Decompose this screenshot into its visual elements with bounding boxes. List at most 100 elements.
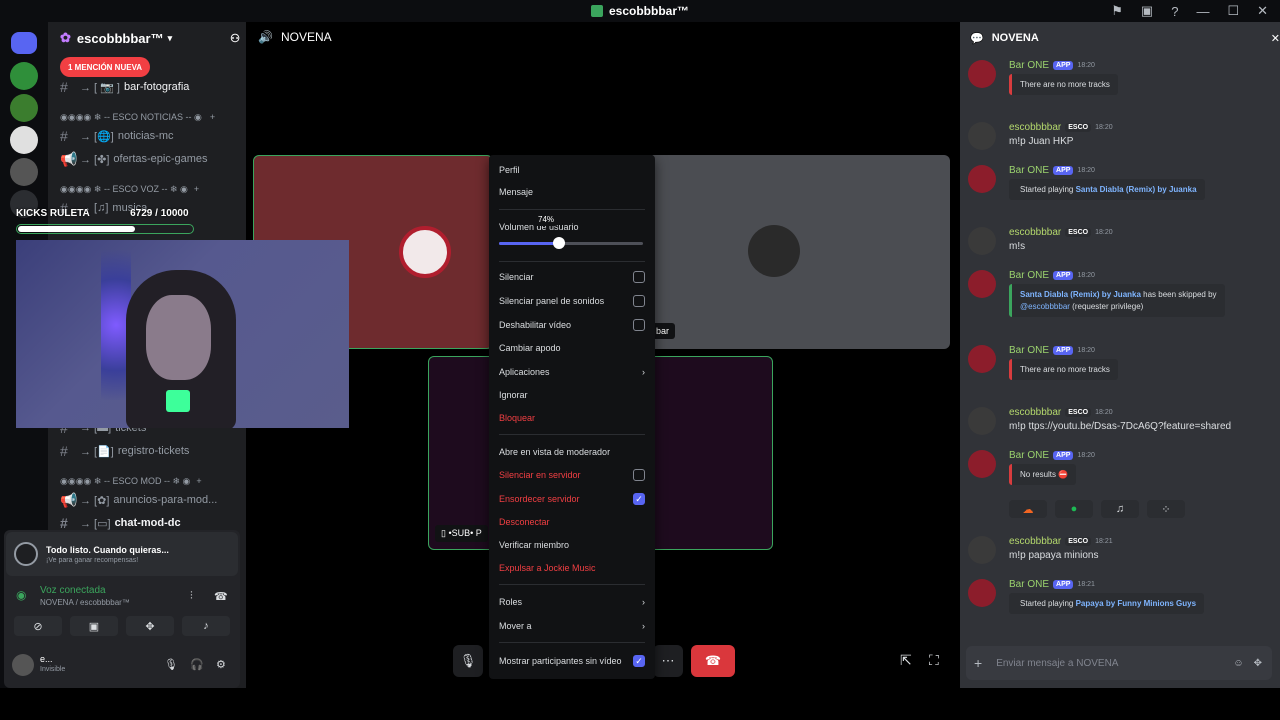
soundboard-button[interactable]: ♪ [182,616,230,636]
menu-item-silenciar[interactable]: Silenciar [499,267,645,287]
help-icon[interactable]: ? [1171,4,1178,19]
soundcloud-icon[interactable]: ☁ [1009,500,1047,518]
checkbox-checked[interactable]: ✓ [633,655,645,667]
popout-icon[interactable]: ⇱ [900,652,912,669]
channel-item[interactable]: # → [🌐] noticias-mc [60,126,174,146]
spotify-icon[interactable]: ● [1055,500,1093,518]
category-voz[interactable]: ◉◉◉◉ ❄ -- ESCO VOZ -- ❄ ◉ + [60,181,199,197]
avatar[interactable] [968,345,996,373]
avatar[interactable] [968,270,996,298]
menu-separator [499,209,645,210]
menu-separator [499,434,645,435]
window-title: escobbbbar™ [608,4,689,18]
avatar[interactable] [968,450,996,478]
disconnect-icon[interactable]: ☎ [214,590,228,603]
menu-item-silenciar-sonidos[interactable]: Silenciar panel de sonidos [499,291,645,311]
menu-item-perfil[interactable]: Perfil [499,160,645,180]
category-mod[interactable]: ◉◉◉◉ ❄ -- ESCO MOD -- ❄ ◉ + [60,473,202,489]
fullscreen-icon[interactable]: ⛶ [929,652,939,669]
guild-icon[interactable] [10,126,38,154]
checkbox[interactable] [633,319,645,331]
menu-item-moderador[interactable]: Abre en vista de moderador [499,442,645,462]
menu-item-ignorar[interactable]: Ignorar [499,385,645,405]
minimize-button[interactable]: — [1196,4,1209,19]
menu-item-aplicaciones[interactable]: Aplicaciones › [499,362,645,382]
server-header[interactable]: ✿ escobbbbar™ ▾ ⚇ [48,22,246,54]
mic-button[interactable]: 🎙 [453,645,483,677]
add-icon[interactable]: + [196,476,201,486]
menu-item-verificar[interactable]: Verificar miembro [499,535,645,555]
category-noticias[interactable]: ◉◉◉◉ ❄ -- ESCO NOTICIAS -- ◉ + [60,109,215,125]
checkbox-checked[interactable]: ✓ [633,493,645,505]
menu-item-bloquear[interactable]: Bloquear [499,408,645,428]
mention-badge[interactable]: 1 MENCIÓN NUEVA [60,57,151,77]
embed: Started playing Papaya by Funny Minions … [1009,593,1205,614]
avatar [399,226,451,278]
avatar[interactable] [968,579,996,607]
camera-off-button[interactable]: ⊘ [14,616,62,636]
menu-item-desconectar[interactable]: Desconectar [499,512,645,532]
close-icon[interactable]: ✕ [1271,32,1280,45]
volume-slider-handle[interactable] [553,237,565,249]
discord-home-icon[interactable] [11,32,37,54]
source-buttons: ☁ ● ♫ ⁘ [1009,500,1185,518]
green-light [166,390,190,412]
avatar[interactable] [968,407,996,435]
channel-item[interactable]: 📢 → [✤] ofertas-epic-games [60,149,208,169]
menu-item-silenciar-servidor[interactable]: Silenciar en servidor [499,465,645,485]
maximize-button[interactable]: ☐ [1227,3,1239,19]
inbox-icon[interactable]: ⚑ [1111,3,1123,19]
signal-icon: ◉ [16,588,27,602]
menu-separator [499,261,645,262]
chevron-right-icon: › [642,621,645,631]
menu-item-cambiar-apodo[interactable]: Cambiar apodo [499,338,645,358]
avatar[interactable] [968,165,996,193]
menu-item-expulsar[interactable]: Expulsar a Jockie Music [499,558,645,578]
music-note-icon[interactable]: ♫ [1101,500,1139,518]
avatar[interactable] [12,654,34,676]
add-icon[interactable]: + [210,112,215,122]
participant-tile[interactable]: bar [648,155,950,349]
checkbox[interactable] [633,295,645,307]
document-icon: → [📄] [80,445,114,458]
checkbox[interactable] [633,469,645,481]
menu-item-roles[interactable]: Roles › [499,592,645,612]
add-icon[interactable]: + [194,184,199,194]
apps-icon[interactable]: ✥ [1254,658,1262,669]
volume-tooltip: 74% [534,213,559,226]
screen-share-button[interactable]: ▣ [70,616,118,636]
disconnect-button[interactable]: ☎ [691,645,735,677]
hangup-icon: ☎ [704,653,722,668]
window-icon[interactable]: ▣ [1141,3,1153,19]
add-member-icon[interactable]: ⚇ [230,32,240,45]
menu-item-mensaje[interactable]: Mensaje [499,182,645,202]
activities-button[interactable]: ✥ [126,616,174,636]
emoji-icon[interactable]: ☺ [1233,658,1243,669]
checkbox[interactable] [633,271,645,283]
guild-icon[interactable] [10,62,38,90]
menu-item-deshabilitar-video[interactable]: Deshabilitar vídeo [499,315,645,335]
avatar[interactable] [968,122,996,150]
menu-item-mostrar[interactable]: Mostrar participantes sin vídeo ✓ [499,651,645,671]
close-button[interactable]: ✕ [1257,3,1268,19]
headphones-icon[interactable]: 🎧 [190,658,204,671]
promo-card[interactable]: Todo listo. Cuando quieras... ¡Ve para g… [6,532,238,576]
avatar[interactable] [968,536,996,564]
deezer-icon[interactable]: ⁘ [1147,500,1185,518]
menu-item-mover[interactable]: Mover a › [499,616,645,636]
guild-icon[interactable] [10,158,38,186]
avatar[interactable] [968,227,996,255]
noise-icon[interactable]: ⫶ [190,590,193,603]
message-input[interactable]: + Enviar mensaje a NOVENA ☺ ✥ [966,646,1272,680]
menu-item-ensordecer-servidor[interactable]: Ensordecer servidor ✓ [499,489,645,509]
more-button[interactable]: ⋯ [653,645,683,677]
microphone-icon[interactable]: 🎙 [164,658,178,671]
channel-item[interactable]: 📢 → [✿] anuncios-para-mod... [60,490,217,510]
server-badge-icon: ✿ [60,30,71,45]
gear-icon[interactable]: ⚙ [216,658,226,671]
channel-item[interactable]: # → [ 📷 ] bar-fotografia [60,77,189,97]
channel-item[interactable]: # → [📄] registro-tickets [60,441,189,461]
guild-icon[interactable] [10,94,38,122]
avatar[interactable] [968,60,996,88]
add-icon[interactable]: + [974,655,982,671]
